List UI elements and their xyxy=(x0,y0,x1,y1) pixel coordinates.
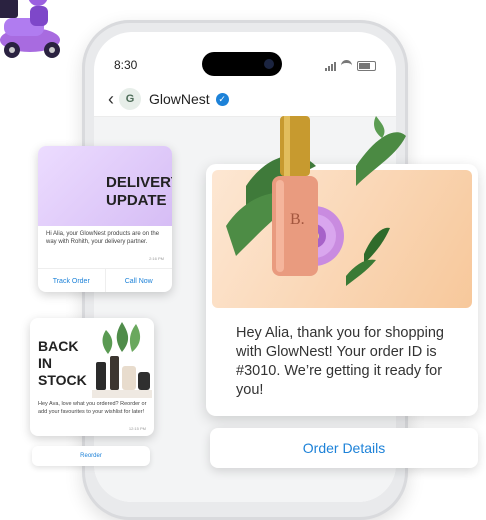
stock-title-line3: STOCK xyxy=(38,372,87,388)
chat-header: ‹ G GlowNest ✓ xyxy=(94,82,396,117)
delivery-title: DELIVERY UPDATE xyxy=(106,174,172,210)
delivery-actions: Track Order Call Now xyxy=(38,268,172,292)
battery-icon xyxy=(357,61,376,71)
back-in-stock-card: BACK IN STOCK Hey Ava, love what you ord… xyxy=(30,318,154,436)
status-time: 8:30 xyxy=(114,58,138,72)
svg-text:B.: B. xyxy=(290,211,305,228)
delivery-timestamp: 2:16 PM xyxy=(149,256,164,261)
delivery-title-line2: UPDATE xyxy=(106,192,167,209)
stock-title-line2: IN xyxy=(38,355,52,371)
status-bar: 8:30 xyxy=(94,32,396,80)
call-now-button[interactable]: Call Now xyxy=(106,269,173,292)
serum-bottle-icon xyxy=(272,116,318,276)
stock-title: BACK IN STOCK xyxy=(38,338,98,389)
signal-icon xyxy=(325,62,336,71)
wifi-icon xyxy=(341,60,352,71)
track-order-button[interactable]: Track Order xyxy=(38,269,106,292)
stock-message: Hey Ava, love what you ordered? Reorder … xyxy=(38,401,147,415)
verified-badge-icon: ✓ xyxy=(215,92,229,106)
order-details-button[interactable]: Order Details xyxy=(210,428,478,468)
delivery-scooter-illustration xyxy=(0,0,60,58)
order-confirmation-card: B. Hey Alia, thank you for shopping with… xyxy=(206,116,478,416)
skincare-products-illustration xyxy=(92,322,152,398)
brand-name: GlowNest xyxy=(149,91,210,107)
stock-title-line1: BACK xyxy=(38,338,79,354)
dynamic-island xyxy=(202,52,282,76)
brand-avatar[interactable]: G xyxy=(119,88,141,110)
delivery-update-card: DELIVERY UPDATE Hi Alia, your GlowNest p… xyxy=(38,146,172,292)
order-message: Hey Alia, thank you for shopping with Gl… xyxy=(236,325,444,398)
camera-icon xyxy=(264,59,274,69)
back-arrow-icon[interactable]: ‹ xyxy=(108,89,114,110)
reorder-button[interactable]: Reorder xyxy=(32,446,150,466)
delivery-message: Hi Alia, your GlowNest products are on t… xyxy=(46,231,160,245)
product-illustration: B. xyxy=(226,116,406,286)
stock-timestamp: 12:15 PM xyxy=(128,426,146,431)
delivery-title-line1: DELIVERY xyxy=(106,174,172,191)
status-icons xyxy=(325,60,376,71)
